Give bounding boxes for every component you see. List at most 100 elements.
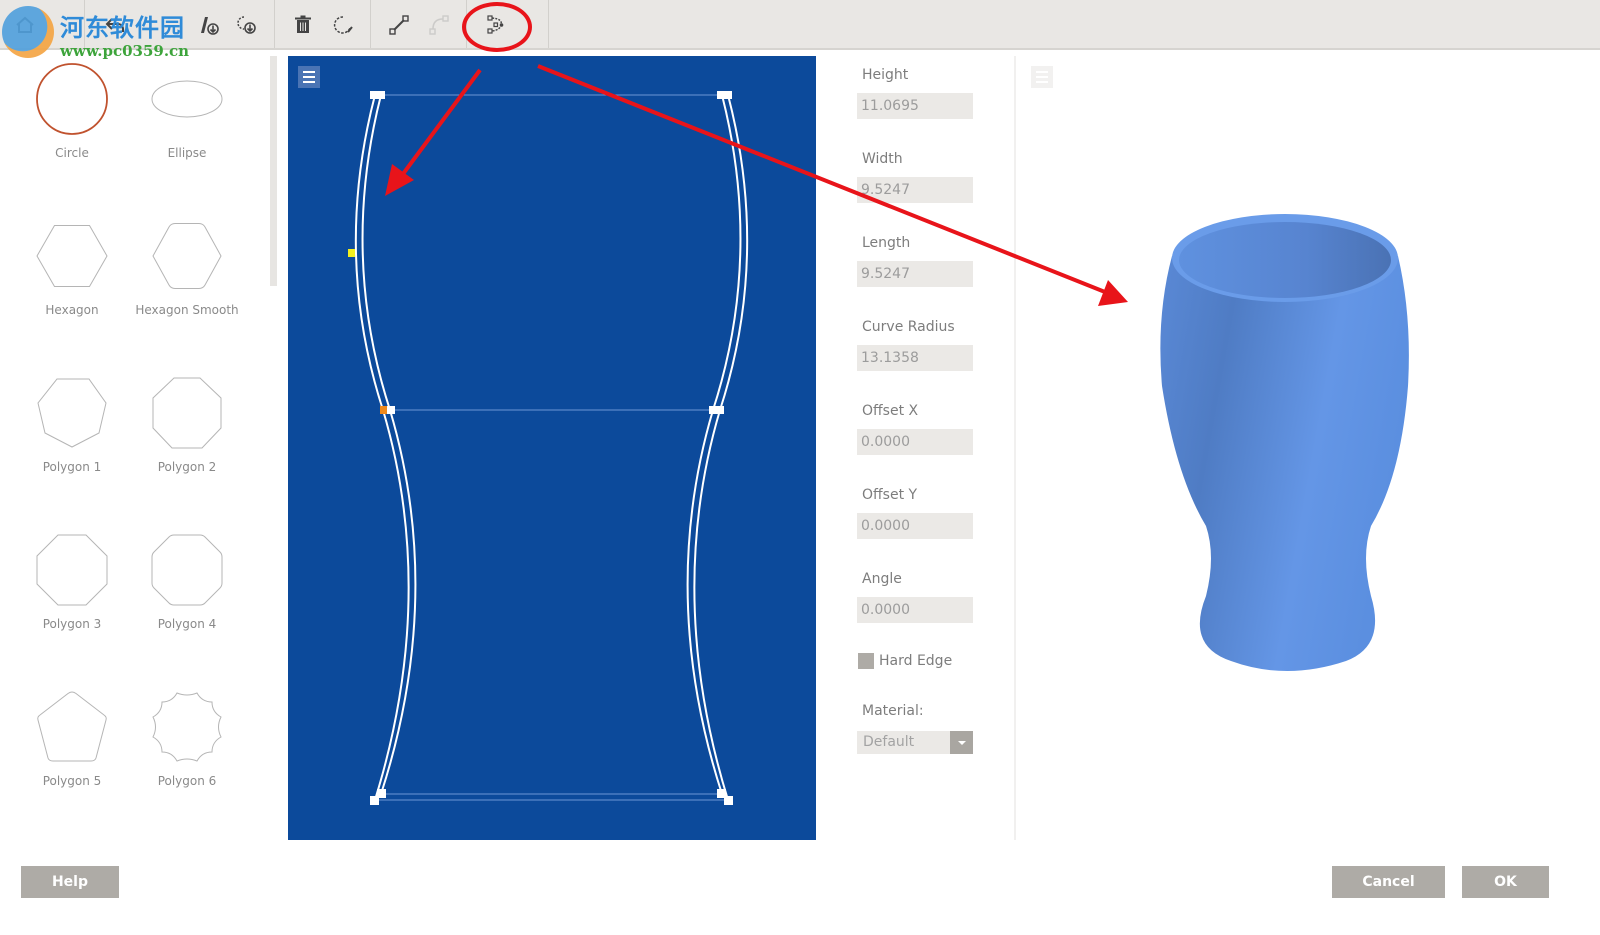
cancel-button[interactable]: Cancel (1332, 866, 1445, 898)
profile-curve-right-inner[interactable] (686, 94, 742, 795)
ellipse-shape-icon (151, 80, 223, 118)
delete-button[interactable] (286, 8, 320, 42)
shape-label: Circle (55, 146, 89, 160)
curve-radius-label: Curve Radius (862, 319, 955, 335)
vase-3d-model[interactable] (1016, 56, 1600, 840)
width-field[interactable] (857, 177, 973, 203)
curve-radius-field[interactable] (857, 345, 973, 371)
offset-y-field[interactable] (857, 513, 973, 539)
shape-label: Polygon 1 (42, 460, 102, 474)
control-point[interactable] (709, 406, 724, 414)
toolbar-separator (466, 0, 467, 48)
control-point[interactable] (724, 796, 733, 805)
nonagon-shape-icon (152, 377, 222, 449)
shape-label: Ellipse (167, 146, 207, 160)
shape-polygon-2[interactable]: Polygon 2 (132, 366, 242, 496)
shape-label: Hexagon Smooth (135, 303, 239, 317)
shape-hexagon-smooth[interactable]: Hexagon Smooth (132, 209, 242, 339)
shape-label: Polygon 4 (157, 617, 217, 631)
profile-curve-left-inner[interactable] (361, 94, 417, 795)
shape-circle[interactable]: Circle (17, 52, 127, 182)
chevron-down-icon[interactable] (950, 731, 973, 754)
undo-icon (105, 18, 124, 32)
edit-shape-button[interactable] (326, 8, 360, 42)
offset-x-label: Offset X (862, 403, 919, 419)
menu-icon-bar (1036, 71, 1048, 73)
profile-editor-canvas[interactable] (288, 56, 816, 840)
import-shape-button[interactable] (230, 8, 264, 42)
edit-shape-icon (333, 16, 353, 34)
shape-polygon-4[interactable]: Polygon 4 (132, 523, 242, 653)
shape-polygon-5[interactable]: Polygon 5 (17, 680, 127, 810)
shape-polygon-3[interactable]: Polygon 3 (17, 523, 127, 653)
shape-label: Polygon 2 (157, 460, 217, 474)
profile-drawing[interactable] (288, 56, 816, 840)
curve-convert-icon (487, 15, 504, 34)
control-point[interactable] (717, 91, 732, 99)
width-label: Width (862, 151, 903, 167)
control-point[interactable] (387, 406, 395, 414)
octagon-smooth-shape-icon (151, 534, 223, 606)
material-select[interactable]: Default (857, 731, 973, 754)
trash-icon (295, 15, 311, 33)
shape-label: Polygon 3 (42, 617, 102, 631)
shape-ellipse[interactable]: Ellipse (132, 52, 242, 182)
import-shape-icon (237, 16, 256, 34)
pentagon-shape-icon (37, 691, 107, 762)
add-curve-button[interactable] (422, 8, 456, 42)
offset-x-field[interactable] (857, 429, 973, 455)
preview-menu-button[interactable] (1031, 66, 1053, 88)
angle-field[interactable] (857, 597, 973, 623)
height-label: Height (862, 67, 909, 83)
editor-menu-button[interactable] (298, 66, 320, 88)
vase-opening (1179, 222, 1391, 298)
toolbar-separator (274, 0, 275, 48)
hexagon-shape-icon (36, 225, 108, 287)
menu-icon-bar (303, 76, 315, 78)
material-label: Material: (862, 703, 924, 719)
wavy-shape-icon (152, 692, 222, 762)
add-line-button[interactable] (382, 8, 416, 42)
3d-preview[interactable] (1016, 56, 1600, 840)
octagon-shape-icon (36, 534, 108, 606)
undo-button[interactable] (98, 8, 132, 42)
palette-scrollbar[interactable] (270, 56, 277, 286)
curve-segment-icon (429, 15, 449, 35)
toolbar-separator (548, 0, 549, 48)
heptagon-shape-icon (37, 378, 107, 448)
control-point[interactable] (370, 91, 385, 99)
hard-edge-checkbox[interactable] (858, 653, 874, 669)
home-icon (16, 16, 34, 33)
control-point-selected[interactable] (380, 406, 387, 414)
shape-label: Polygon 6 (157, 774, 217, 788)
control-point[interactable] (370, 796, 379, 805)
home-button[interactable] (8, 8, 42, 42)
hexagon-smooth-shape-icon (152, 223, 222, 289)
properties-panel: Height Width Length Curve Radius Offset … (848, 56, 1008, 836)
menu-icon-bar (1036, 81, 1048, 83)
help-button[interactable]: Help (21, 866, 119, 898)
shape-hexagon[interactable]: Hexagon (17, 209, 127, 339)
control-point-active[interactable] (348, 249, 355, 257)
toolbar-separator (370, 0, 371, 48)
menu-icon-bar (303, 71, 315, 73)
length-field[interactable] (857, 261, 973, 287)
toolbar (0, 0, 1600, 50)
shape-polygon-1[interactable]: Polygon 1 (17, 366, 127, 496)
convert-to-curve-button[interactable] (479, 8, 513, 42)
menu-icon-bar (1036, 76, 1048, 78)
toolbar-separator (84, 0, 85, 48)
profile-editor-dialog: 河东软件园 www.pc0359.cn Circle Ellipse Hexag… (0, 0, 1600, 935)
shape-label: Polygon 5 (42, 774, 102, 788)
shape-label: Hexagon (45, 303, 99, 317)
import-profile-button[interactable] (192, 8, 226, 42)
circle-shape-icon (36, 63, 108, 135)
shape-polygon-6[interactable]: Polygon 6 (132, 680, 242, 810)
hard-edge-label: Hard Edge (879, 653, 953, 669)
height-field[interactable] (857, 93, 973, 119)
menu-icon-bar (303, 81, 315, 83)
length-label: Length (862, 235, 911, 251)
shape-palette: Circle Ellipse Hexagon Hexagon Smooth Po… (0, 52, 270, 842)
angle-label: Angle (862, 571, 902, 587)
ok-button[interactable]: OK (1462, 866, 1549, 898)
